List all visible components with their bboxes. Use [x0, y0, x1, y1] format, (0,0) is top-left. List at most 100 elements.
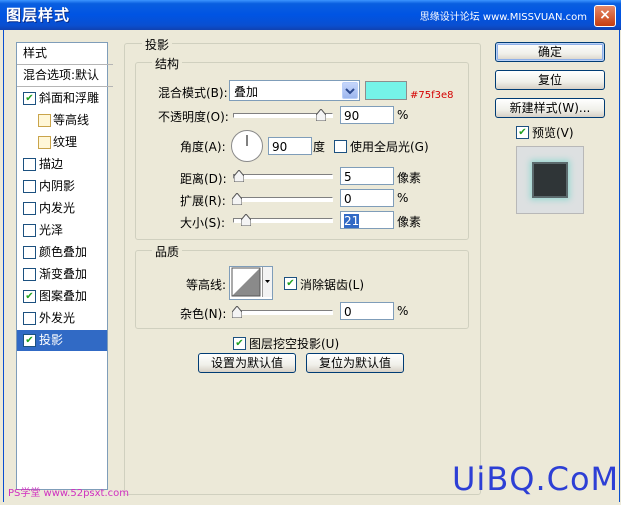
preview-check-icon: ✔ [518, 127, 527, 138]
knockout-checkbox[interactable]: ✔ [233, 337, 246, 350]
blend-mode-select[interactable]: 叠加 [229, 80, 360, 101]
style-list-item[interactable]: 等高线 [17, 110, 107, 131]
chevron-down-icon [342, 82, 358, 99]
quality-title: 品质 [152, 243, 183, 260]
close-icon: × [599, 7, 611, 23]
style-checkbox[interactable] [38, 114, 51, 127]
angle-unit: 度 [313, 140, 326, 154]
angle-label: 角度(A): [180, 140, 226, 154]
style-list-item[interactable]: 渐变叠加 [17, 264, 107, 285]
shadow-color-swatch[interactable] [365, 81, 407, 100]
style-list-item-label: 颜色叠加 [39, 245, 88, 259]
size-value: 21 [344, 214, 360, 228]
style-checkbox[interactable] [23, 312, 36, 325]
style-list-item[interactable]: 纹理 [17, 132, 107, 153]
style-list-item[interactable]: 光泽 [17, 220, 107, 241]
angle-dial[interactable] [231, 130, 263, 162]
check-icon: ✔ [25, 93, 34, 104]
style-list-header: 样式 [17, 43, 113, 65]
style-list-item-label: 外发光 [39, 311, 76, 325]
preview-label: 预览(V) [532, 126, 574, 140]
style-checkbox[interactable] [23, 158, 36, 171]
style-checkbox[interactable]: ✔ [23, 92, 36, 105]
contour-preview-icon [231, 267, 261, 297]
style-list-item-label: 投影 [39, 333, 64, 347]
opacity-slider-thumb[interactable] [315, 108, 327, 122]
style-list-item-label: 渐变叠加 [39, 267, 88, 281]
spread-input[interactable]: 0 [340, 189, 394, 207]
ok-button[interactable]: 确定 [495, 42, 605, 62]
style-list-item-label: 描边 [39, 157, 64, 171]
top-watermark: 思缘设计论坛 www.MISSVUAN.com [419, 12, 587, 23]
style-checkbox[interactable]: ✔ [23, 334, 36, 347]
noise-label: 杂色(N): [180, 307, 227, 321]
style-list-item-label: 内发光 [39, 201, 76, 215]
close-button[interactable]: × [594, 5, 616, 27]
contour-picker[interactable] [229, 266, 273, 300]
set-default-button[interactable]: 设置为默认值 [198, 353, 296, 373]
style-list-item-label: 内阴影 [39, 179, 76, 193]
style-checkbox[interactable] [23, 180, 36, 193]
size-input[interactable]: 21 [340, 211, 394, 229]
distance-label: 距离(D): [180, 172, 227, 186]
spread-unit: % [397, 191, 409, 205]
new-style-button[interactable]: 新建样式(W)... [495, 98, 605, 118]
opacity-label: 不透明度(O): [158, 110, 229, 124]
contour-label: 等高线: [186, 278, 227, 292]
bottom-right-watermark: UiBQ.CoM [452, 460, 620, 498]
style-list-item-label: 图案叠加 [39, 289, 88, 303]
style-list-item-label: 光泽 [39, 223, 64, 237]
distance-slider[interactable] [233, 174, 333, 179]
blend-mode-label: 混合模式(B): [158, 86, 228, 100]
opacity-input[interactable]: 90 [340, 106, 394, 124]
size-unit: 像素 [397, 215, 422, 229]
noise-slider-thumb[interactable] [231, 305, 243, 319]
style-list-item[interactable]: 描边 [17, 154, 107, 175]
preview-swatch [532, 162, 568, 198]
size-slider-thumb[interactable] [240, 213, 252, 227]
style-list-item-label: 斜面和浮雕 [39, 91, 100, 105]
style-list-item[interactable]: 内阴影 [17, 176, 107, 197]
reset-button[interactable]: 复位 [495, 70, 605, 90]
style-checkbox[interactable] [23, 202, 36, 215]
style-list-item[interactable]: ✔ 斜面和浮雕 [17, 88, 107, 109]
size-label: 大小(S): [180, 216, 226, 230]
spread-label: 扩展(R): [180, 194, 226, 208]
style-list-item[interactable]: 颜色叠加 [17, 242, 107, 263]
spread-slider[interactable] [233, 197, 333, 202]
style-preview [516, 146, 584, 214]
distance-input[interactable]: 5 [340, 167, 394, 185]
anti-alias-check-icon: ✔ [286, 278, 295, 289]
blend-options-item[interactable]: 混合选项:默认 [17, 65, 113, 87]
style-checkbox[interactable] [23, 268, 36, 281]
style-list: 样式 混合选项:默认 ✔ 斜面和浮雕等高线纹理描边内阴影内发光光泽颜色叠加渐变叠加… [16, 42, 113, 490]
check-icon: ✔ [25, 335, 34, 346]
style-list-item-label: 等高线 [53, 113, 90, 127]
distance-slider-thumb[interactable] [233, 169, 245, 183]
noise-input[interactable]: 0 [340, 302, 394, 320]
reset-default-button[interactable]: 复位为默认值 [306, 353, 404, 373]
distance-unit: 像素 [397, 171, 422, 185]
spread-slider-thumb[interactable] [231, 192, 243, 206]
style-list-item[interactable]: 内发光 [17, 198, 107, 219]
preview-checkbox[interactable]: ✔ [516, 126, 529, 139]
contour-dropdown-icon [262, 267, 272, 297]
window-title: 图层样式 [6, 6, 71, 24]
blend-mode-value: 叠加 [234, 85, 259, 99]
style-list-item-label: 纹理 [53, 135, 78, 149]
global-light-checkbox[interactable] [334, 140, 347, 153]
opacity-unit: % [397, 108, 409, 122]
style-checkbox[interactable] [23, 224, 36, 237]
bottom-left-watermark: PS学堂 www.52psxt.com [8, 488, 130, 499]
style-list-item[interactable]: ✔ 图案叠加 [17, 286, 107, 307]
color-hex-label: #75f3e8 [410, 90, 454, 101]
style-list-item[interactable]: ✔ 投影 [17, 330, 107, 351]
angle-input[interactable]: 90 [268, 137, 312, 155]
anti-alias-checkbox[interactable]: ✔ [284, 277, 297, 290]
style-checkbox[interactable]: ✔ [23, 290, 36, 303]
knockout-label: 图层挖空投影(U) [249, 337, 340, 351]
noise-slider[interactable] [233, 310, 333, 315]
style-checkbox[interactable] [38, 136, 51, 149]
style-checkbox[interactable] [23, 246, 36, 259]
style-list-item[interactable]: 外发光 [17, 308, 107, 329]
